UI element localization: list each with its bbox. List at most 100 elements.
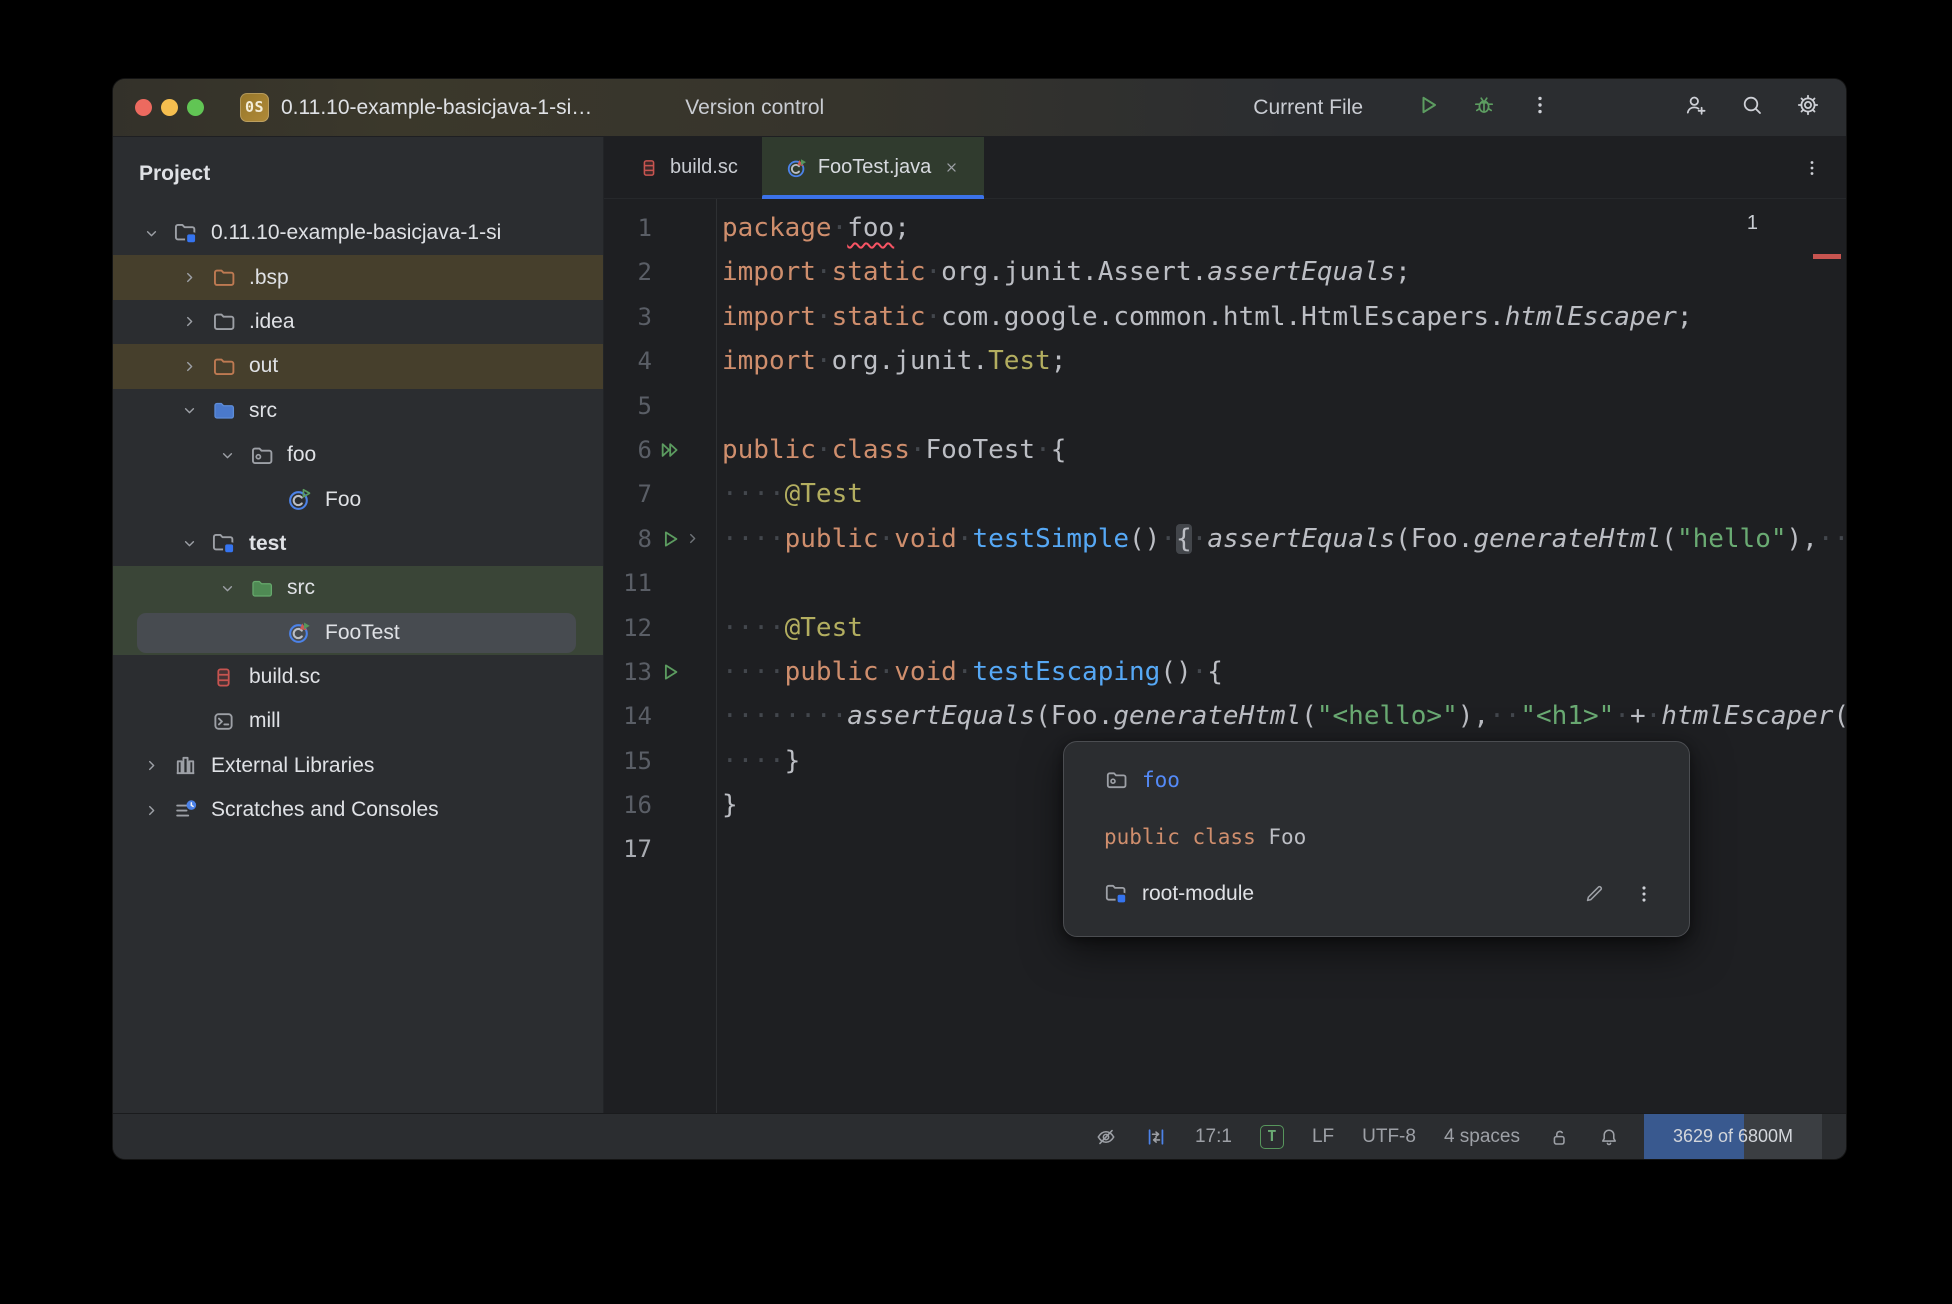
module-options-button[interactable] <box>1633 883 1655 905</box>
chevron-down-icon <box>219 166 235 182</box>
scala-file-icon <box>638 157 660 179</box>
code-line-3: 3 import·static·com.google.common.html.Ht… <box>604 295 1846 339</box>
highlighting-level[interactable] <box>1081 1126 1131 1148</box>
tree-item-test[interactable]: test <box>113 522 603 566</box>
ide-window: 0S 0.11.10-example-basicjava-1-si… Versi… <box>113 79 1846 1159</box>
run-icon[interactable] <box>659 528 681 550</box>
line-number: 7 <box>637 480 652 509</box>
project-tool-window: Project 0.11.10-example-basicjava-1-si .b… <box>113 137 604 1113</box>
version-control-menu[interactable]: Version control <box>685 96 845 120</box>
tree-item-0-11-10-example-basicjava-1-si[interactable]: 0.11.10-example-basicjava-1-si <box>113 211 603 255</box>
popup-row-package[interactable]: foo <box>1064 751 1689 808</box>
tree-item-src[interactable]: src <box>113 389 603 433</box>
minimize-window-button[interactable] <box>161 99 178 116</box>
fold-chevron-icon[interactable] <box>684 530 701 547</box>
chevron-down-icon[interactable] <box>181 402 198 419</box>
chevron-down-icon <box>599 100 615 116</box>
chevron-up-icon[interactable] <box>1774 215 1791 232</box>
tree-item-label: out <box>249 354 279 378</box>
tree-item-label: test <box>249 531 287 555</box>
code-line-13: 13 ····public·void·testEscaping()·{ <box>604 650 1846 694</box>
error-stripe-mark[interactable] <box>1813 254 1841 259</box>
zoom-window-button[interactable] <box>187 99 204 116</box>
file-encoding[interactable]: UTF-8 <box>1348 1126 1430 1148</box>
true-type-badge[interactable]: T <box>1246 1124 1298 1149</box>
search-everywhere-button[interactable] <box>1740 93 1764 117</box>
memory-indicator[interactable]: 3629 of 6800M <box>1644 1114 1822 1159</box>
chevron-right-icon[interactable] <box>181 313 198 330</box>
caret-position[interactable]: 17:1 <box>1181 1126 1246 1148</box>
run-all-icon[interactable] <box>659 439 681 461</box>
gutter <box>652 528 716 550</box>
tree-item-foo[interactable]: foo <box>113 433 603 477</box>
project-panel-header[interactable]: Project <box>113 137 603 211</box>
chevron-right-icon[interactable] <box>181 269 198 286</box>
chevron-right-icon[interactable] <box>143 802 160 819</box>
tab-build-sc[interactable]: build.sc <box>614 137 762 198</box>
tree-item-label: External Libraries <box>211 753 375 777</box>
popup-row-code[interactable]: public class Foo <box>1064 808 1689 865</box>
chevron-right-icon[interactable] <box>143 757 160 774</box>
popup-row-text: root-module <box>1142 881 1255 905</box>
tab-label: build.sc <box>670 156 738 178</box>
tree-item-label: build.sc <box>249 665 321 689</box>
run-button[interactable] <box>1416 93 1440 117</box>
tab-list-button[interactable] <box>1802 158 1822 178</box>
chevron-down-icon[interactable] <box>143 225 160 242</box>
edit-module-button[interactable] <box>1583 883 1605 905</box>
tree-item-mill[interactable]: mill <box>113 699 603 743</box>
inspections-widget[interactable]: 1 <box>1719 212 1816 235</box>
line-separator[interactable]: LF <box>1298 1126 1348 1148</box>
test-folder-icon <box>249 576 274 601</box>
line-number: 8 <box>637 524 652 553</box>
code-line-11: 11 <box>604 561 1846 605</box>
readonly-toggle[interactable] <box>1534 1126 1584 1148</box>
run-icon[interactable] <box>659 661 681 683</box>
gutter <box>652 661 716 683</box>
close-icon[interactable] <box>943 159 960 176</box>
project-badge: 0S <box>240 93 269 122</box>
code-editor[interactable]: 1 package·foo; 2 import·static·org.junit.As… <box>604 199 1846 1113</box>
tree-item-scratches-and-consoles[interactable]: Scratches and Consoles <box>113 788 603 832</box>
chevron-down-icon[interactable] <box>181 535 198 552</box>
settings-button[interactable] <box>1796 93 1820 117</box>
memory-text: 3629 of 6800M <box>1672 1126 1794 1146</box>
code-line-5: 5 <box>604 384 1846 428</box>
debug-button[interactable] <box>1472 93 1496 117</box>
more-actions-button[interactable] <box>1528 93 1552 117</box>
context-info-popup: foo public class Foo root-module <box>1063 741 1690 937</box>
code-with-me-button[interactable] <box>1684 93 1708 117</box>
chevron-down-icon[interactable] <box>1799 215 1816 232</box>
tab-footest-java[interactable]: FooTest.java <box>761 137 985 199</box>
tree-item-label: foo <box>287 443 317 467</box>
code-indents-widget[interactable] <box>1131 1126 1181 1148</box>
code-text: ····} <box>722 745 801 776</box>
line-number: 16 <box>623 791 652 820</box>
tree-item-idea[interactable]: .idea <box>113 300 603 344</box>
project-widget[interactable]: 0.11.10-example-basicjava-1-si… <box>281 96 615 120</box>
popup-row-module[interactable]: root-module <box>1064 865 1689 922</box>
scratches-icon <box>173 798 198 823</box>
line-number: 13 <box>623 657 652 686</box>
chevron-down-icon[interactable] <box>219 580 236 597</box>
tree-item-footest[interactable]: FooTest <box>113 610 603 655</box>
error-badge-icon <box>1719 214 1739 234</box>
chevron-down-icon[interactable] <box>219 447 236 464</box>
tree-item-src[interactable]: src <box>113 566 603 611</box>
run-configuration-selector[interactable]: Current File <box>1253 96 1384 120</box>
tree-item-external-libraries[interactable]: External Libraries <box>113 744 603 788</box>
notifications[interactable] <box>1584 1126 1634 1148</box>
java-class-icon <box>287 487 312 512</box>
code-text: package·foo; <box>722 213 910 243</box>
tree-item-out[interactable]: out <box>113 344 603 389</box>
chevron-right-icon[interactable] <box>181 358 198 375</box>
indent-size[interactable]: 4 spaces <box>1430 1126 1534 1148</box>
line-number: 14 <box>623 702 652 731</box>
code-text: ····public·void·testSimple()·{·assertEqu… <box>722 523 1846 554</box>
tree-item-bsp[interactable]: .bsp <box>113 255 603 300</box>
tree-item-build-sc[interactable]: build.sc <box>113 655 603 699</box>
tree-item-foo[interactable]: Foo <box>113 477 603 521</box>
close-window-button[interactable] <box>135 99 152 116</box>
popup-row-text: public class Foo <box>1104 824 1307 849</box>
chevron-down-icon <box>829 100 845 116</box>
